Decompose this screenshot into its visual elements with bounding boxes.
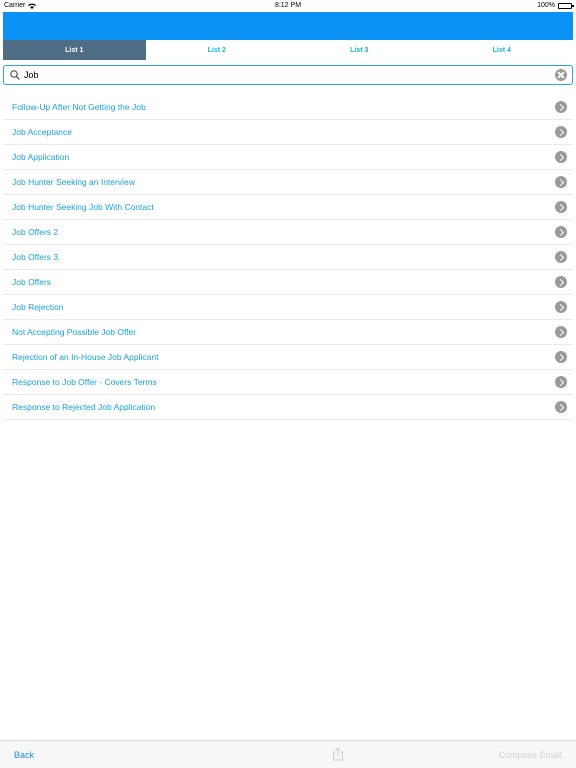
- list-item-label: Job Application: [12, 152, 70, 162]
- tab-list-3[interactable]: List 3: [288, 40, 431, 60]
- list-item[interactable]: Response to Rejected Job Application: [3, 395, 573, 420]
- list-item-label: Job Acceptance: [12, 127, 73, 137]
- chevron-right-icon[interactable]: [555, 401, 567, 413]
- chevron-right-icon[interactable]: [555, 301, 567, 313]
- list-item-label: Job Hunter Seeking an Interview: [12, 177, 135, 187]
- list-item[interactable]: Job Offers 3: [3, 245, 573, 270]
- bottom-toolbar: Back Compose Email: [0, 740, 576, 768]
- search-bar[interactable]: [3, 65, 573, 85]
- list-item-label: Response to Job Offer - Covers Terms: [12, 377, 157, 387]
- share-icon[interactable]: [332, 747, 344, 761]
- chevron-right-icon[interactable]: [555, 151, 567, 163]
- list-item[interactable]: Not Accepting Possible Job Offer: [3, 320, 573, 345]
- chevron-right-icon[interactable]: [555, 176, 567, 188]
- battery-group: 100%: [537, 2, 574, 9]
- clear-icon[interactable]: [555, 69, 567, 81]
- search-icon: [10, 70, 20, 80]
- result-list: Follow-Up After Not Getting the Job Job …: [3, 95, 573, 420]
- list-item-label: Job Offers: [12, 277, 52, 287]
- battery-icon: [558, 2, 574, 9]
- chevron-right-icon[interactable]: [555, 101, 567, 113]
- tab-list-2[interactable]: List 2: [146, 40, 289, 60]
- back-button[interactable]: Back: [14, 750, 34, 760]
- list-item[interactable]: Job Application: [3, 145, 573, 170]
- status-time: 8:12 PM: [274, 2, 302, 9]
- tab-list-1[interactable]: List 1: [3, 40, 146, 60]
- chevron-right-icon[interactable]: [555, 326, 567, 338]
- list-item-label: Follow-Up After Not Getting the Job: [12, 102, 146, 112]
- list-item-label: Job Rejection: [12, 302, 64, 312]
- chevron-right-icon[interactable]: [555, 376, 567, 388]
- tab-list-4[interactable]: List 4: [431, 40, 574, 60]
- list-item[interactable]: Job Acceptance: [3, 120, 573, 145]
- chevron-right-icon[interactable]: [555, 226, 567, 238]
- chevron-right-icon[interactable]: [555, 276, 567, 288]
- compose-email-button[interactable]: Compose Email: [498, 750, 562, 760]
- chevron-right-icon[interactable]: [555, 201, 567, 213]
- status-bar: Carrier 8:12 PM 100%: [0, 0, 576, 12]
- chevron-right-icon[interactable]: [555, 251, 567, 263]
- app-screen: Carrier 8:12 PM 100% List 1 List 2 List …: [0, 0, 576, 768]
- list-item-label: Job Offers 2: [12, 227, 59, 237]
- list-item-label: Not Accepting Possible Job Offer: [12, 327, 137, 337]
- list-item[interactable]: Job Offers: [3, 270, 573, 295]
- list-item[interactable]: Job Rejection: [3, 295, 573, 320]
- list-item[interactable]: Response to Job Offer - Covers Terms: [3, 370, 573, 395]
- chevron-right-icon[interactable]: [555, 126, 567, 138]
- list-item-label: Job Hunter Seeking Job With Contact: [12, 202, 154, 212]
- list-item-label: Response to Rejected Job Application: [12, 402, 156, 412]
- list-item[interactable]: Rejection of an In-House Job Applicant: [3, 345, 573, 370]
- battery-percent: 100%: [537, 2, 555, 9]
- chevron-right-icon[interactable]: [555, 351, 567, 363]
- list-item[interactable]: Job Offers 2: [3, 220, 573, 245]
- list-item-label: Rejection of an In-House Job Applicant: [12, 352, 159, 362]
- list-item[interactable]: Job Hunter Seeking an Interview: [3, 170, 573, 195]
- list-item-label: Job Offers 3: [12, 252, 59, 262]
- segmented-control: List 1 List 2 List 3 List 4: [3, 40, 573, 60]
- list-item[interactable]: Job Hunter Seeking Job With Contact: [3, 195, 573, 220]
- search-input[interactable]: [22, 67, 555, 83]
- nav-bar: [3, 12, 573, 40]
- list-item[interactable]: Follow-Up After Not Getting the Job: [3, 95, 573, 120]
